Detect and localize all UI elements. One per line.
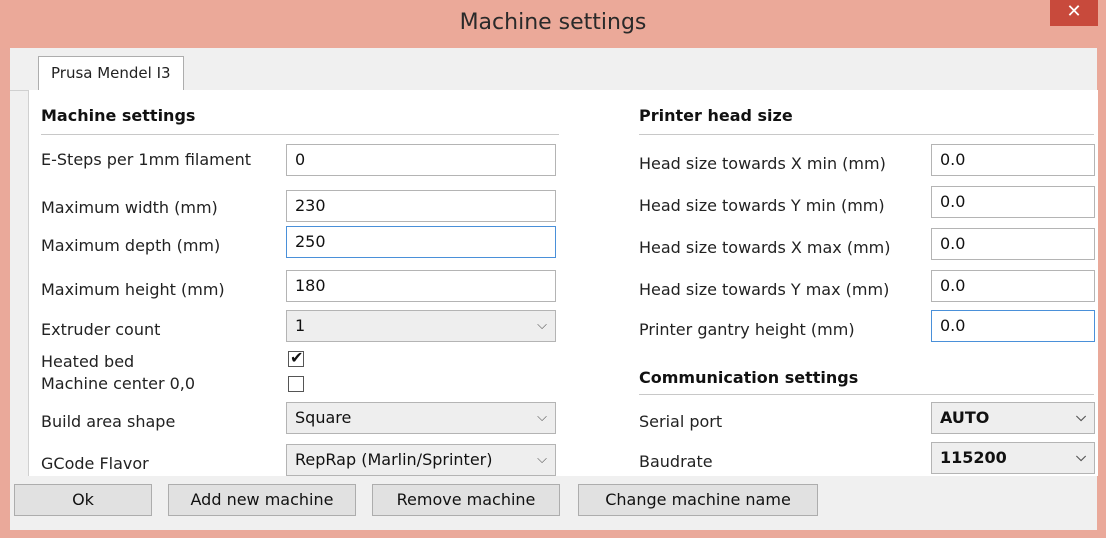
chevron-down-icon: ⌵ [1076, 450, 1086, 465]
window-title: Machine settings [459, 10, 647, 35]
gantry-height-label: Printer gantry height (mm) [639, 320, 855, 339]
ok-button[interactable]: Ok [14, 484, 152, 516]
baudrate-value: 115200 [940, 448, 1007, 467]
communication-settings-heading: Communication settings [639, 368, 859, 387]
machine-settings-window: Machine settings ✕ Prusa Mendel I3 Machi… [0, 0, 1106, 538]
esteps-label: E-Steps per 1mm filament [41, 150, 252, 169]
max-height-label: Maximum height (mm) [41, 280, 225, 299]
machine-center-checkbox[interactable] [288, 376, 304, 392]
head-ymax-input[interactable]: 0.0 [931, 270, 1095, 302]
gcode-flavor-select[interactable]: RepRap (Marlin/Sprinter) ⌵ [286, 444, 556, 476]
extruder-count-select[interactable]: 1 ⌵ [286, 310, 556, 342]
build-area-shape-label: Build area shape [41, 412, 176, 431]
chevron-down-icon: ⌵ [537, 318, 547, 333]
max-depth-label: Maximum depth (mm) [41, 236, 221, 255]
title-bar[interactable]: Machine settings ✕ [0, 0, 1106, 48]
head-xmax-label: Head size towards X max (mm) [639, 238, 891, 257]
build-area-shape-value: Square [295, 408, 352, 427]
change-machine-name-button[interactable]: Change machine name [578, 484, 818, 516]
gcode-flavor-label: GCode Flavor [41, 454, 149, 473]
settings-panel: Machine settings E-Steps per 1mm filamen… [28, 90, 1098, 476]
machine-center-label: Machine center 0,0 [41, 374, 196, 393]
max-width-label: Maximum width (mm) [41, 198, 218, 217]
remove-machine-button[interactable]: Remove machine [372, 484, 560, 516]
serial-port-label: Serial port [639, 412, 723, 431]
head-xmin-input[interactable]: 0.0 [931, 144, 1095, 176]
extruder-count-label: Extruder count [41, 320, 161, 339]
baudrate-label: Baudrate [639, 452, 713, 471]
chevron-down-icon: ⌵ [1076, 410, 1086, 425]
tab-strip: Prusa Mendel I3 [10, 48, 1097, 91]
gantry-height-input[interactable]: 0.0 [931, 310, 1095, 342]
max-depth-input[interactable]: 250 [286, 226, 556, 258]
close-icon[interactable]: ✕ [1050, 0, 1098, 26]
chevron-down-icon: ⌵ [537, 410, 547, 425]
tab-prusa-mendel-i3[interactable]: Prusa Mendel I3 [38, 56, 184, 91]
baudrate-select[interactable]: 115200 ⌵ [931, 442, 1095, 474]
head-ymin-input[interactable]: 0.0 [931, 186, 1095, 218]
dialog-body: Prusa Mendel I3 Machine settings E-Steps… [10, 48, 1098, 530]
section-divider [639, 134, 1094, 135]
esteps-input[interactable]: 0 [286, 144, 556, 176]
checkmark-icon: ✔ [290, 348, 304, 367]
section-divider [41, 134, 559, 135]
machine-settings-heading: Machine settings [41, 106, 196, 125]
printer-head-size-heading: Printer head size [639, 106, 793, 125]
max-height-input[interactable]: 180 [286, 270, 556, 302]
button-bar: Ok Add new machine Remove machine Change… [10, 476, 1097, 530]
heated-bed-checkbox[interactable]: ✔ [288, 348, 304, 367]
head-ymax-label: Head size towards Y max (mm) [639, 280, 890, 299]
head-xmax-input[interactable]: 0.0 [931, 228, 1095, 260]
serial-port-select[interactable]: AUTO ⌵ [931, 402, 1095, 434]
max-width-input[interactable]: 230 [286, 190, 556, 222]
build-area-shape-select[interactable]: Square ⌵ [286, 402, 556, 434]
extruder-count-value: 1 [295, 316, 306, 335]
head-ymin-label: Head size towards Y min (mm) [639, 196, 885, 215]
add-new-machine-button[interactable]: Add new machine [168, 484, 356, 516]
head-xmin-label: Head size towards X min (mm) [639, 154, 886, 173]
chevron-down-icon: ⌵ [537, 452, 547, 467]
serial-port-value: AUTO [940, 408, 990, 427]
heated-bed-label: Heated bed [41, 352, 135, 371]
gcode-flavor-value: RepRap (Marlin/Sprinter) [295, 450, 493, 469]
section-divider [639, 394, 1094, 395]
